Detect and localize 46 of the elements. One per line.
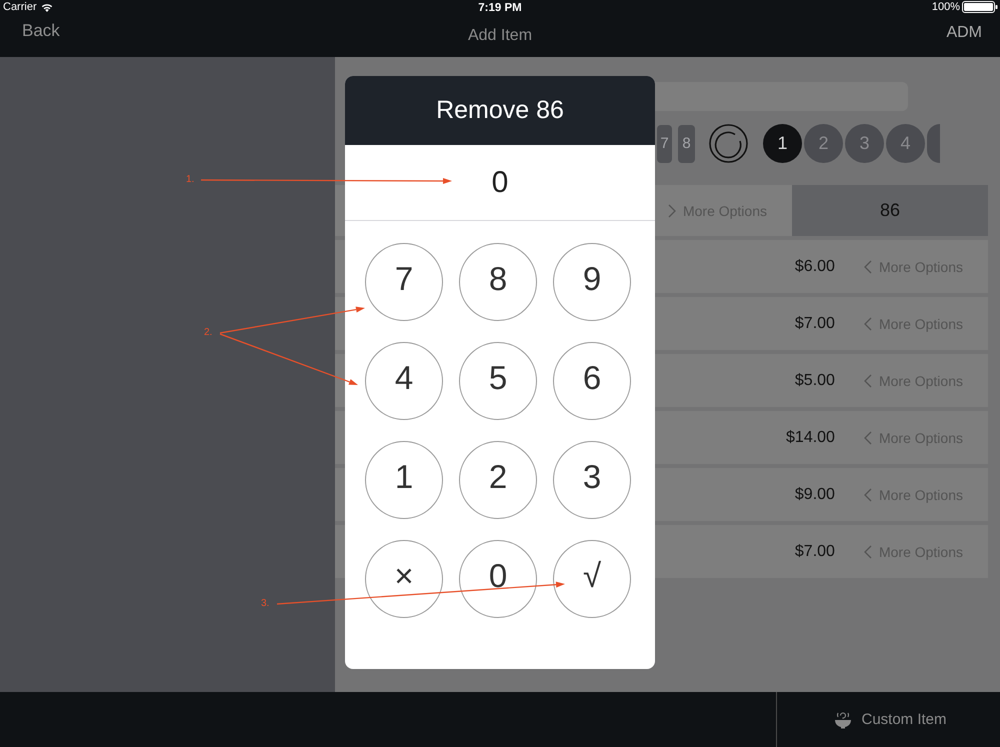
chevron-left-icon xyxy=(864,374,872,388)
price-text: $9.00 xyxy=(794,486,835,504)
keypad-key[interactable]: √ xyxy=(553,540,631,618)
battery-percent: 100% xyxy=(932,1,960,13)
chevron-left-icon xyxy=(864,316,872,330)
number-button[interactable]: 1 xyxy=(763,124,802,163)
price-text: $7.00 xyxy=(794,314,835,332)
keypad-key[interactable]: 7 xyxy=(365,243,443,321)
chevron-left-icon xyxy=(864,488,872,502)
chevron-left-icon xyxy=(864,544,872,558)
nav-title: Add Item xyxy=(468,26,532,44)
keypad-key[interactable]: 3 xyxy=(553,441,631,519)
cut-off-circle-button[interactable] xyxy=(927,124,940,163)
keypad-key[interactable]: 8 xyxy=(459,243,537,321)
clock-time: 7:19 PM xyxy=(478,1,522,15)
ring-icon xyxy=(709,124,748,163)
amount-display: 0 xyxy=(492,166,508,200)
keypad-key[interactable]: 4 xyxy=(365,342,443,420)
annotation-label: 3. xyxy=(261,597,270,611)
bowl-icon xyxy=(834,710,852,729)
wifi-icon xyxy=(40,2,53,12)
chevron-right-icon xyxy=(668,204,676,218)
tile-button[interactable]: 7 xyxy=(657,124,672,162)
user-button[interactable]: ADM xyxy=(946,24,982,42)
keypad-key[interactable]: 0 xyxy=(459,540,537,618)
chevron-left-icon xyxy=(864,260,872,274)
keypad-key[interactable]: 9 xyxy=(553,243,631,321)
annotation-label: 1. xyxy=(186,173,194,187)
price-text: $6.00 xyxy=(794,258,835,276)
keypad-key[interactable]: 1 xyxy=(365,441,443,519)
keypad-key[interactable]: 5 xyxy=(459,342,537,420)
keypad-key[interactable]: 6 xyxy=(553,342,631,420)
dialog-title: Remove 86 xyxy=(345,76,655,145)
action-button[interactable]: 86 xyxy=(792,185,988,236)
price-text: $14.00 xyxy=(786,428,835,446)
keypad-key[interactable]: 2 xyxy=(459,441,537,519)
chevron-left-icon xyxy=(864,430,872,444)
custom-item-button[interactable]: Custom Item xyxy=(830,710,947,729)
carrier-label: Carrier xyxy=(3,1,37,13)
annotation-label: 2. xyxy=(204,326,212,340)
price-text: $5.00 xyxy=(794,372,835,390)
tile-button[interactable]: 8 xyxy=(678,124,695,162)
back-button[interactable]: Back xyxy=(22,21,60,41)
price-text: $7.00 xyxy=(794,542,835,560)
battery-icon xyxy=(962,1,998,13)
keypad-key[interactable]: × xyxy=(365,540,443,618)
